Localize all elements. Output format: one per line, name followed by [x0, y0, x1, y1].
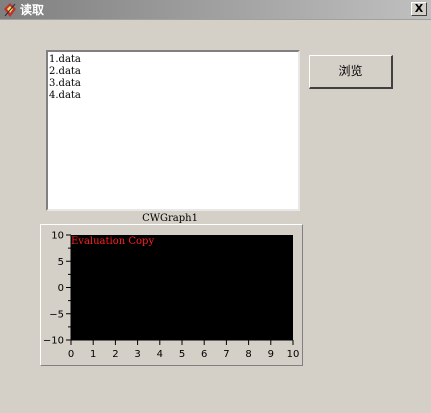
- y-tick-label: 10: [51, 231, 64, 242]
- x-tick-label: 2: [112, 349, 118, 360]
- window-title: 读取: [20, 3, 45, 17]
- app-icon: [4, 3, 16, 17]
- list-item[interactable]: 1.data: [49, 54, 298, 66]
- graph-svg: Evaluation Copy 10 5 0 −5 −10 0 1 2 3 4 5 6 7 8 9 10: [43, 231, 300, 361]
- y-tick-label: 5: [58, 257, 64, 268]
- plot-area[interactable]: [71, 235, 293, 340]
- x-tick-label: 10: [287, 349, 300, 360]
- y-tick-label: −10: [43, 336, 64, 347]
- list-item[interactable]: 4.data: [49, 90, 298, 102]
- x-tick-label: 6: [201, 349, 207, 360]
- y-axis: 10 5 0 −5 −10: [43, 231, 71, 347]
- file-listbox[interactable]: 1.data 2.data 3.data 4.data: [46, 50, 300, 211]
- x-tick-label: 3: [134, 349, 140, 360]
- x-tick-label: 0: [68, 349, 74, 360]
- x-tick-label: 1: [90, 349, 96, 360]
- y-tick-label: −5: [49, 309, 64, 320]
- list-item[interactable]: 2.data: [49, 66, 298, 78]
- list-item[interactable]: 3.data: [49, 78, 298, 90]
- x-axis: 0 1 2 3 4 5 6 7 8 9 10: [68, 340, 300, 360]
- x-tick-label: 5: [179, 349, 185, 360]
- x-tick-label: 7: [223, 349, 229, 360]
- graph-control[interactable]: Evaluation Copy 10 5 0 −5 −10 0 1 2 3 4 5 6 7 8 9 10: [40, 224, 303, 366]
- y-tick-label: 0: [58, 283, 64, 294]
- x-tick-label: 8: [245, 349, 251, 360]
- watermark-text: Evaluation Copy: [71, 236, 154, 247]
- title-bar[interactable]: 读取 X: [0, 0, 431, 20]
- x-tick-label: 9: [268, 349, 274, 360]
- close-button[interactable]: X: [411, 2, 427, 16]
- browse-button[interactable]: 浏览: [309, 55, 393, 89]
- x-tick-label: 4: [157, 349, 163, 360]
